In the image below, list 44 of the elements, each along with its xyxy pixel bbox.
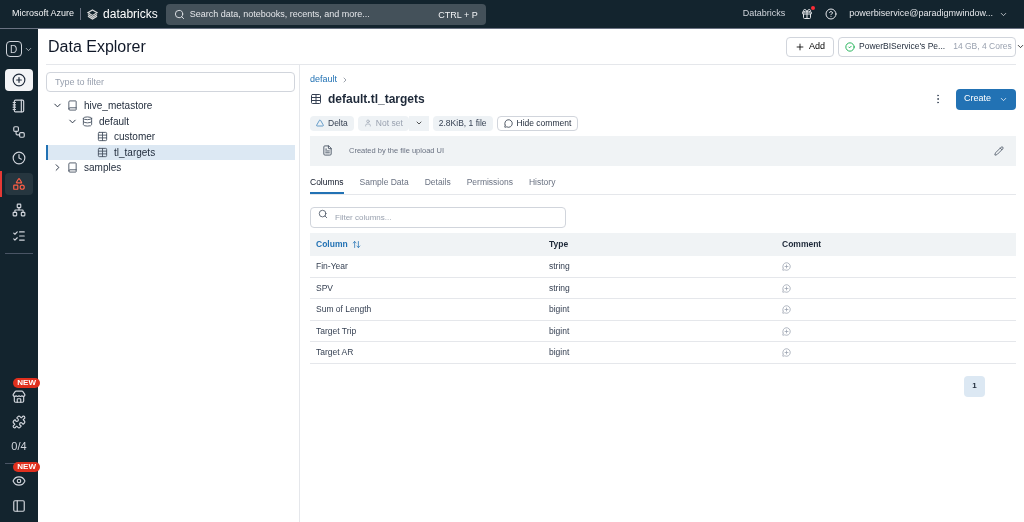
table-cell-text: string — [549, 260, 571, 273]
table-cell-text: string — [549, 281, 571, 295]
new-badge: NEW — [13, 461, 40, 472]
workspace-switcher[interactable]: D — [5, 35, 33, 63]
table-cell-text: Target AR — [316, 346, 355, 359]
workspace-name[interactable]: Databricks — [742, 7, 786, 21]
sort-column-header[interactable]: Column — [316, 238, 549, 252]
shortcut-hint: CTRL + P — [438, 8, 478, 22]
counter-text: 0/4 — [11, 439, 27, 455]
breadcrumb-link[interactable]: default — [310, 73, 338, 87]
hide-comment-button[interactable]: Hide comment — [496, 115, 579, 131]
create-button[interactable]: Create — [956, 88, 1016, 110]
table-cell-text: bigint — [549, 303, 571, 316]
product-name[interactable]: databricks — [103, 5, 158, 23]
table-cell-text: bigint — [549, 324, 571, 338]
tree-item[interactable]: hive_metastore — [46, 98, 295, 114]
tab[interactable]: Sample Data — [359, 171, 409, 195]
page-button[interactable]: 1 — [964, 375, 985, 397]
size-tag: 2.8KiB, 1 file — [432, 115, 493, 131]
brand-name: Microsoft Azure — [12, 7, 75, 21]
tab[interactable]: Permissions — [466, 171, 513, 195]
table-cell-text: Fin-Year — [316, 260, 349, 273]
page-title: Data Explorer — [48, 36, 147, 57]
table-cell-text: Target Trip — [316, 324, 358, 338]
table-cell-text: Sum of Length — [316, 303, 373, 316]
table-cell-text: SPV — [316, 281, 334, 295]
column-header: Type — [549, 238, 570, 252]
tree-item[interactable]: customer — [46, 129, 295, 145]
filter-field[interactable]: Type to filter — [46, 72, 295, 92]
tab[interactable]: Columns — [310, 171, 344, 195]
format-tag: Delta — [310, 115, 354, 131]
column-header: Comment — [782, 238, 823, 252]
tab[interactable]: History — [528, 171, 556, 195]
table-cell-text: bigint — [549, 346, 571, 359]
user-menu[interactable]: powerbiservice@paradigmwindow... — [849, 7, 1008, 21]
workspace-letter: D — [5, 41, 22, 57]
tab[interactable]: Details — [424, 171, 451, 195]
new-badge: NEW — [13, 377, 40, 388]
table-title: default.tl_targets — [328, 91, 426, 108]
tree-item[interactable]: tl_targets — [46, 144, 295, 160]
add-button[interactable]: Add — [786, 36, 834, 57]
column-filter-field[interactable]: Filter columns... — [310, 207, 566, 229]
tree-item[interactable]: samples — [46, 160, 295, 176]
tree-item[interactable]: default — [46, 113, 295, 129]
